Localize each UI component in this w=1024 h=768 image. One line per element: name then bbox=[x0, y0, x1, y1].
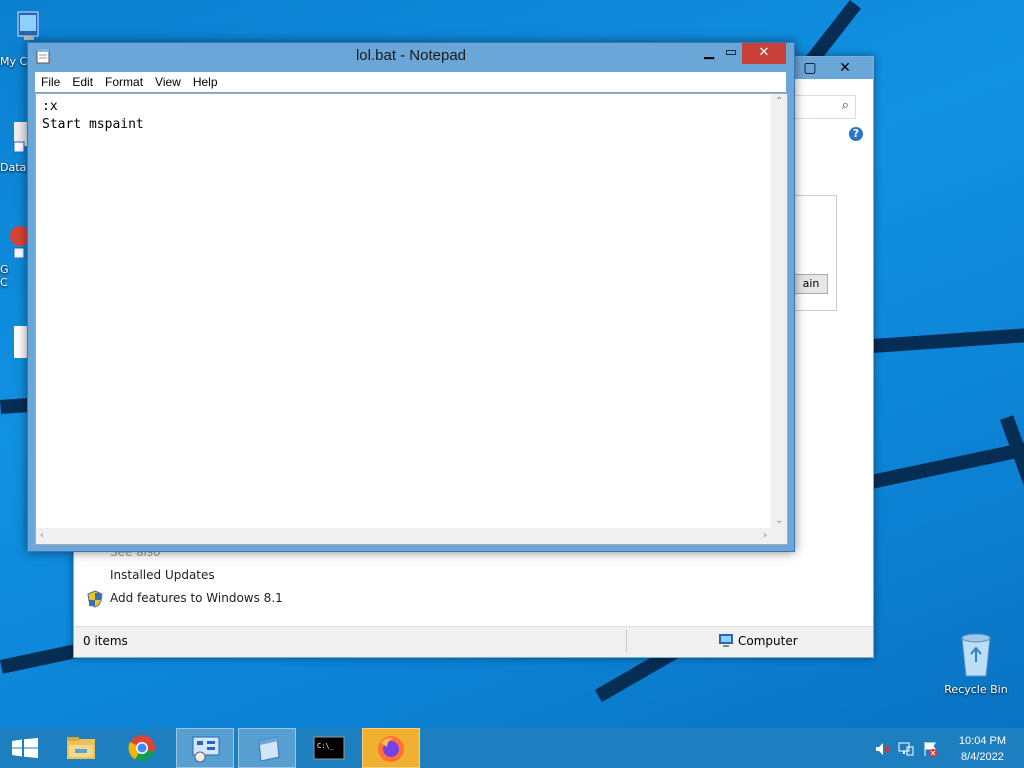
menu-help[interactable]: Help bbox=[187, 72, 224, 92]
shortcut-icon bbox=[13, 122, 28, 153]
network-icon[interactable] bbox=[898, 741, 914, 757]
windows-logo-icon bbox=[12, 738, 38, 758]
clock-time: 10:04 PM bbox=[958, 735, 1006, 747]
recycle-bin-icon bbox=[961, 633, 991, 677]
control-panel-icon bbox=[192, 736, 220, 763]
close-button[interactable]: ✕ bbox=[830, 57, 860, 79]
notepad-title: lol.bat - Notepad bbox=[355, 47, 467, 64]
status-location: Computer bbox=[738, 634, 798, 648]
maximize-button[interactable]: ▭ bbox=[718, 43, 744, 64]
add-features-link[interactable]: Add features to Windows 8.1 bbox=[110, 591, 283, 605]
desktop-icon-label: G C bbox=[0, 263, 9, 289]
close-button[interactable]: ✕ bbox=[742, 43, 786, 64]
resize-grip[interactable] bbox=[771, 528, 787, 544]
speaker-muted-icon[interactable] bbox=[874, 741, 890, 757]
taskbar: C:\_ 10:04 PM 8/4/2022 bbox=[0, 728, 1024, 768]
taskbar-control-panel[interactable] bbox=[176, 728, 234, 768]
scroll-up-icon[interactable]: ⌃ bbox=[775, 96, 783, 107]
clock-date: 8/4/2022 bbox=[961, 751, 1004, 763]
content-box: ain bbox=[794, 195, 837, 311]
notepad-icon bbox=[258, 736, 280, 762]
chrome-shortcut-icon bbox=[10, 226, 30, 259]
menu-file[interactable]: File bbox=[35, 72, 66, 92]
taskbar-file-explorer[interactable] bbox=[52, 728, 110, 768]
action-center-icon[interactable] bbox=[922, 741, 938, 757]
editor-content[interactable]: :x Start mspaint bbox=[42, 98, 144, 134]
start-button[interactable] bbox=[0, 728, 50, 768]
desktop-icon-label: Recycle Bin bbox=[944, 683, 1008, 696]
desktop-icon-data[interactable]: Data bbox=[0, 120, 30, 174]
shield-icon bbox=[87, 590, 103, 608]
computer-icon bbox=[719, 634, 733, 647]
chrome-icon bbox=[128, 735, 155, 762]
desktop-icon-recycle-bin[interactable]: Recycle Bin bbox=[940, 630, 1012, 696]
vertical-scrollbar[interactable]: ⌃ ⌄ bbox=[771, 94, 787, 528]
status-items-count: 0 items bbox=[83, 634, 128, 648]
notepad-window[interactable]: lol.bat - Notepad ▁ ▭ ✕ File Edit Format Vi… bbox=[27, 42, 795, 552]
folder-icon bbox=[67, 737, 95, 759]
system-clock[interactable]: 10:04 PM 8/4/2022 bbox=[959, 733, 1006, 765]
desktop-icon-label: Data bbox=[0, 161, 27, 174]
scroll-left-icon[interactable]: ‹ bbox=[40, 530, 44, 541]
help-icon[interactable]: ? bbox=[849, 127, 863, 141]
taskbar-command-prompt[interactable]: C:\_ bbox=[300, 728, 358, 768]
taskbar-notepad[interactable] bbox=[238, 728, 296, 768]
status-bar: 0 items Computer bbox=[74, 626, 873, 657]
firefox-icon bbox=[378, 736, 404, 762]
menu-bar: File Edit Format View Help bbox=[35, 72, 786, 92]
try-again-label: ain bbox=[802, 277, 820, 290]
scroll-down-icon[interactable]: ⌄ bbox=[775, 515, 783, 526]
horizontal-scrollbar[interactable]: ‹ › bbox=[36, 528, 771, 544]
wallpaper-stripe bbox=[1000, 415, 1024, 533]
menu-edit[interactable]: Edit bbox=[66, 72, 99, 92]
svg-text:C:\_: C:\_ bbox=[317, 742, 335, 750]
scroll-right-icon[interactable]: › bbox=[763, 530, 767, 541]
search-box[interactable]: ⌕ bbox=[794, 95, 856, 119]
try-again-button[interactable]: ain bbox=[794, 274, 828, 294]
desktop-icon-chrome[interactable]: G C bbox=[0, 222, 30, 289]
taskbar-chrome[interactable] bbox=[114, 728, 172, 768]
command-prompt-icon: C:\_ bbox=[313, 736, 345, 760]
search-icon: ⌕ bbox=[841, 98, 849, 113]
menu-view[interactable]: View bbox=[149, 72, 187, 92]
text-editor[interactable]: :x Start mspaint ⌃ ⌄ ‹ › bbox=[35, 93, 788, 545]
maximize-button[interactable]: ▢ bbox=[795, 57, 825, 79]
taskbar-firefox[interactable] bbox=[362, 728, 420, 768]
installed-updates-link[interactable]: Installed Updates bbox=[110, 568, 215, 582]
menu-format[interactable]: Format bbox=[99, 72, 149, 92]
status-divider bbox=[626, 630, 627, 652]
